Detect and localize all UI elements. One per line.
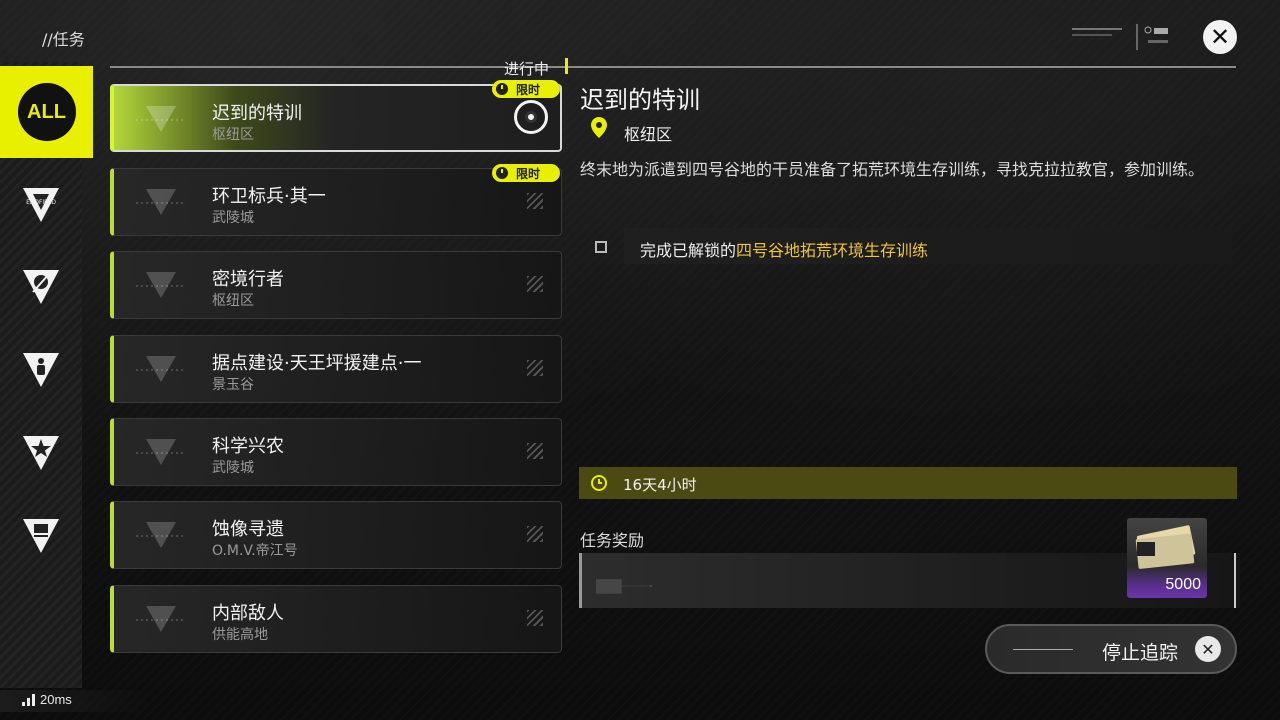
tracking-target-icon[interactable]	[514, 100, 548, 134]
objective-highlight: 四号谷地拓荒环境生存训练	[736, 241, 929, 260]
mission-card[interactable]: 密境行者 枢纽区	[110, 251, 562, 319]
mission-title: 据点建设·天王坪援建点·一	[212, 353, 422, 374]
hatch-decoration	[527, 193, 543, 209]
feather-category-icon	[23, 270, 59, 304]
mission-region: 供能高地	[212, 627, 268, 643]
mission-title: 蚀像寻遗	[212, 519, 284, 540]
objective-checkbox-icon	[595, 241, 607, 253]
mission-title: 环卫标兵·其一	[212, 186, 326, 207]
hatch-decoration	[527, 360, 543, 376]
mission-region: 枢纽区	[212, 293, 254, 309]
sidebar-item-person[interactable]	[0, 334, 82, 404]
detail-description: 终末地为派遣到四号谷地的干员准备了拓荒环境生存训练，寻找克拉拉教官，参加训练。	[580, 160, 1205, 179]
category-sidebar: ALL ENDFIELD	[0, 62, 93, 688]
clock-icon	[591, 475, 607, 491]
ping-value: 20ms	[40, 692, 72, 707]
mission-region: O.M.V.帝江号	[212, 543, 298, 559]
mission-title: 迟到的特训	[212, 103, 302, 124]
mission-type-icon	[136, 439, 186, 465]
detail-title: 迟到的特训	[580, 86, 700, 114]
mission-region: 枢纽区	[212, 127, 254, 143]
reward-quantity: 5000	[1165, 576, 1201, 593]
signal-icon	[22, 694, 35, 706]
mission-card[interactable]: 内部敌人 供能高地	[110, 585, 562, 653]
limited-time-badge: 限时	[492, 80, 560, 98]
close-button[interactable]: ✕	[1203, 20, 1237, 54]
mission-type-icon	[136, 189, 186, 215]
badge-label: 限时	[516, 166, 541, 181]
ongoing-label: 进行中	[504, 60, 550, 78]
header-divider	[110, 66, 1236, 68]
ongoing-marker	[561, 58, 568, 74]
mission-title: 内部敌人	[212, 603, 284, 624]
mission-type-icon	[136, 106, 186, 132]
reward-item-money[interactable]: 5000	[1127, 518, 1207, 598]
sidebar-item-endfield[interactable]: ENDFIELD	[0, 169, 82, 239]
stop-tracking-button[interactable]: 停止追踪 ✕	[985, 624, 1237, 674]
detail-location: 枢纽区	[624, 125, 673, 144]
sidebar-item-flag[interactable]	[0, 500, 82, 570]
star-category-icon	[23, 436, 59, 470]
mission-region: 武陵城	[212, 210, 254, 226]
close-icon: ✕	[1195, 636, 1221, 662]
reward-strip-edge	[1234, 553, 1236, 608]
sidebar-item-star[interactable]	[0, 417, 82, 487]
badge-label: 限时	[516, 82, 541, 97]
mission-title: 科学兴农	[212, 436, 284, 457]
clock-icon	[496, 83, 508, 95]
clock-icon	[496, 167, 508, 179]
mission-region: 武陵城	[212, 460, 254, 476]
mission-card[interactable]: 科学兴农 武陵城	[110, 418, 562, 486]
person-category-icon	[23, 353, 59, 387]
hud-decoration-icon	[1072, 24, 1168, 50]
location-pin-icon	[591, 117, 607, 138]
hatch-decoration	[527, 443, 543, 459]
limited-time-badge: 限时	[492, 164, 560, 182]
all-filter-icon: ALL	[17, 83, 76, 141]
time-remaining: 16天4小时	[623, 476, 697, 494]
page-title: //任务	[42, 30, 85, 49]
hatch-decoration	[527, 276, 543, 292]
stop-tracking-label: 停止追踪	[1102, 642, 1179, 664]
mission-type-icon	[136, 522, 186, 548]
reward-label: 任务奖励	[580, 531, 645, 550]
svg-text:ENDFIELD: ENDFIELD	[26, 199, 56, 206]
flag-category-icon	[23, 519, 59, 553]
sidebar-item-feather[interactable]	[0, 251, 82, 321]
hatch-decoration	[527, 610, 543, 626]
sidebar-item-all[interactable]: ALL	[0, 66, 93, 158]
mission-type-icon	[136, 272, 186, 298]
mission-card[interactable]: 据点建设·天王坪援建点·一 景玉谷	[110, 335, 562, 403]
button-line-decoration	[1013, 649, 1073, 650]
mission-type-icon	[136, 606, 186, 632]
objective-text: 完成已解锁的四号谷地拓荒环境生存训练	[640, 241, 929, 260]
crate-icon	[596, 579, 653, 594]
money-stack-icon	[1135, 525, 1196, 569]
mission-card[interactable]: 蚀像寻遗 O.M.V.帝江号	[110, 501, 562, 569]
hatch-decoration	[527, 526, 543, 542]
endfield-category-icon: ENDFIELD	[23, 188, 59, 222]
mission-type-icon	[136, 356, 186, 382]
mission-region: 景玉谷	[212, 377, 254, 393]
mission-title: 密境行者	[212, 269, 284, 290]
